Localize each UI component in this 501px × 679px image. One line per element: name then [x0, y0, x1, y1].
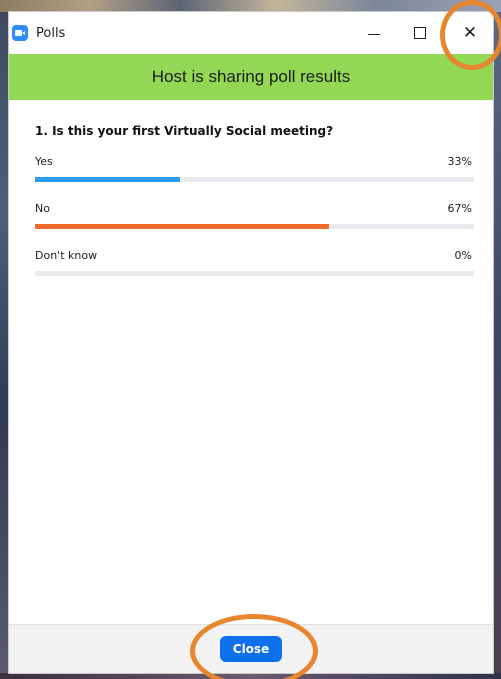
- option-percent: 0%: [454, 249, 472, 262]
- window-title: Polls: [36, 25, 66, 41]
- option-bar-track: [35, 271, 474, 276]
- minimize-button[interactable]: [351, 12, 397, 54]
- option-bar-track: [35, 224, 474, 229]
- maximize-button[interactable]: [397, 12, 443, 54]
- option-bar-track: [35, 177, 474, 182]
- option-bar-fill: [35, 177, 180, 182]
- polls-window: Polls ✕ Host is sharing poll results 1. …: [9, 12, 493, 673]
- status-banner: Host is sharing poll results: [9, 54, 493, 100]
- option-label: Don't know: [35, 249, 98, 262]
- footer: Close: [9, 624, 493, 673]
- poll-question: 1. Is this your first Virtually Social m…: [35, 124, 334, 138]
- poll-option: No 67%: [35, 202, 474, 229]
- maximize-icon: [414, 27, 426, 39]
- option-label: No: [35, 202, 50, 215]
- option-label: Yes: [35, 155, 53, 168]
- poll-results: 1. Is this your first Virtually Social m…: [9, 100, 493, 624]
- desktop-background-left: [0, 12, 9, 679]
- poll-option: Yes 33%: [35, 155, 474, 182]
- desktop-background-top: [0, 0, 501, 12]
- poll-options: Yes 33% No 67% Don't know 0%: [35, 155, 474, 276]
- close-button[interactable]: Close: [219, 636, 283, 662]
- minimize-icon: [368, 33, 380, 35]
- option-percent: 67%: [447, 202, 472, 215]
- option-bar-fill: [35, 224, 330, 229]
- option-percent: 33%: [447, 155, 472, 168]
- banner-text: Host is sharing poll results: [151, 67, 351, 86]
- window-close-button[interactable]: ✕: [447, 12, 493, 54]
- close-icon: ✕: [462, 23, 478, 43]
- zoom-camera-icon: [12, 25, 28, 41]
- desktop-background-bottom: [0, 673, 501, 679]
- poll-option: Don't know 0%: [35, 249, 474, 276]
- title-bar[interactable]: Polls ✕: [9, 12, 493, 54]
- desktop-background-right: [493, 12, 501, 679]
